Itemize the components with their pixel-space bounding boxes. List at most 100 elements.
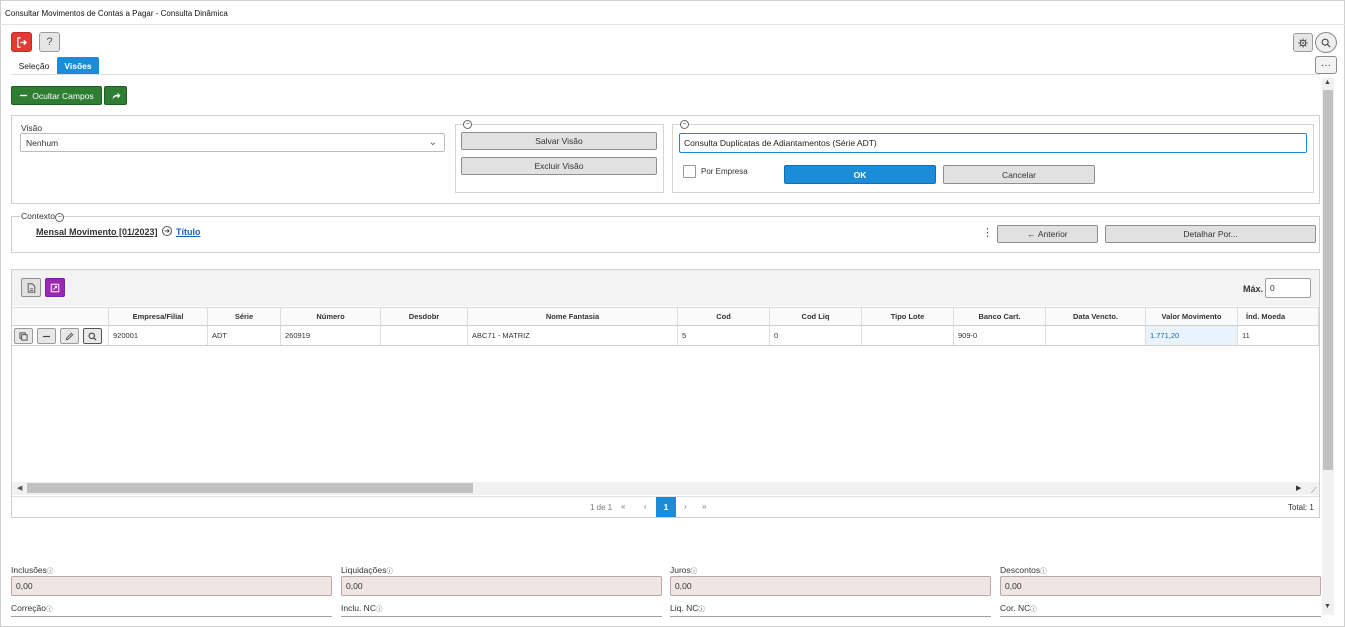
grid-header[interactable]: Banco Cart. [954,307,1046,326]
grid-total: Total: 1 [1288,503,1314,512]
global-search-button[interactable] [1315,32,1337,53]
detail-by-button[interactable]: Detalhar Por... [1105,225,1316,243]
ok-button[interactable]: OK [784,165,936,184]
grid-header[interactable]: Número [281,307,381,326]
grid-cell[interactable]: ADT [208,326,281,346]
grid-header[interactable]: Valor Movimento [1146,307,1238,326]
current-page-button[interactable]: 1 [656,497,676,517]
total-correcao: Correçãoⓘ [11,603,52,613]
info-icon[interactable]: ⓘ [1040,568,1047,575]
total-cor-nc: Cor. NCⓘ [1000,603,1037,613]
total-inclu-nc: Inclu. NCⓘ [341,603,382,613]
max-label: Máx. [1243,284,1264,294]
grid-toolbar [12,270,1319,306]
grid-cell[interactable] [862,326,954,346]
grid-cell[interactable]: 5 [678,326,770,346]
vertical-scroll-thumb[interactable] [1323,90,1333,470]
save-view-button[interactable]: Salvar Visão [461,132,657,150]
info-icon[interactable]: ⓘ [46,606,53,613]
hide-fields-button[interactable]: Ocultar Campos [11,86,102,105]
prev-page-icon[interactable]: ‹ [644,502,647,511]
info-icon[interactable]: ⓘ [698,606,705,613]
minus-icon [42,335,51,337]
settings-button[interactable] [1293,33,1313,52]
tab-visoes[interactable]: Visões [57,57,99,74]
visao-select-value: Nenhum [26,137,59,148]
grid-cell-selected[interactable]: 1.771,20 [1146,326,1238,346]
minus-icon [20,94,28,97]
previous-button[interactable]: ← Anterior [997,225,1098,243]
edit-row-button[interactable] [60,328,79,344]
context-breadcrumb-link[interactable]: Título [176,227,201,237]
tab-selecao[interactable]: Seleção [14,57,54,74]
collapse-icon[interactable]: − [55,213,64,222]
horizontal-scroll-thumb[interactable] [27,483,473,493]
export-button[interactable] [21,278,41,297]
grid-cell[interactable]: 0 [770,326,862,346]
remove-row-button[interactable] [37,328,56,344]
document-icon [27,282,35,293]
view-name-input[interactable]: Consulta Duplicatas de Adiantamentos (Sé… [679,133,1307,153]
grid-header[interactable]: Cod Liq [770,307,862,326]
grid-header[interactable]: Cod [678,307,770,326]
total-liq-nc-field [670,616,991,617]
copy-row-button[interactable] [14,328,33,344]
delete-view-button[interactable]: Excluir Visão [461,157,657,175]
view-row-button[interactable] [83,328,102,344]
grid-cell[interactable] [1046,326,1146,346]
grid-header[interactable]: Nome Fantasia [468,307,678,326]
max-input[interactable]: 0 [1265,278,1311,298]
collapse-icon[interactable]: − [463,120,472,129]
help-button[interactable]: ? [39,32,60,52]
grid-header[interactable]: Tipo Lote [862,307,954,326]
grid-header[interactable]: Data Vencto. [1046,307,1146,326]
per-company-label: Por Empresa [701,167,748,176]
collapse-icon[interactable]: − [680,120,689,129]
grid-cell[interactable]: ABC71 - MATRIZ [468,326,678,346]
more-options-button[interactable]: ··· [1315,56,1337,74]
next-page-icon[interactable]: › [684,502,687,511]
info-icon[interactable]: ⓘ [386,568,393,575]
scroll-right-icon[interactable]: ▶ [1296,484,1301,492]
grid-header-actions [12,307,109,326]
total-label: Cor. NC [1000,603,1031,613]
info-icon[interactable]: ⓘ [691,568,698,575]
grid-header[interactable]: Série [208,307,281,326]
last-page-icon[interactable]: » [702,502,706,511]
scroll-up-icon[interactable]: ▲ [1324,79,1331,86]
visao-select[interactable]: Nenhum ⌄ [20,133,445,152]
exit-button[interactable] [11,32,32,52]
expand-icon [50,283,60,292]
scroll-down-icon[interactable]: ▼ [1324,603,1331,610]
grid-cell[interactable] [381,326,468,346]
grid-cell[interactable]: 909-0 [954,326,1046,346]
grid-header[interactable]: Desdobr [381,307,468,326]
scroll-left-icon[interactable]: ◀ [17,484,22,492]
grid-cell[interactable]: 11 [1238,326,1319,346]
resize-handle-icon[interactable]: ⟋ [1311,486,1317,496]
grid-cell[interactable]: 260919 [281,326,381,346]
info-icon[interactable]: ⓘ [47,568,54,575]
info-icon[interactable]: ⓘ [1030,606,1037,613]
context-breadcrumb-main[interactable]: Mensal Movimento [01/2023] [36,227,158,237]
expand-button[interactable] [45,278,65,297]
total-correcao-field [11,616,332,617]
title-divider [0,24,1345,25]
pencil-icon [65,332,74,340]
per-company-checkbox[interactable] [683,165,696,178]
kebab-menu-icon[interactable]: ⋮ [982,226,993,239]
grid-header[interactable]: Empresa/Filial [109,307,208,326]
arrow-left-icon: ← [1027,229,1036,239]
gear-icon [1298,37,1308,48]
window-title: Consultar Movimentos de Contas a Pagar -… [5,9,228,18]
chevron-down-icon: ⌄ [428,137,437,148]
info-icon[interactable]: ⓘ [376,606,383,613]
cancel-button[interactable]: Cancelar [943,165,1095,184]
total-label: Liq. NC [670,603,699,613]
share-button[interactable] [104,86,127,105]
context-label: Contexto [20,211,57,221]
grid-header[interactable]: Índ. Moeda [1238,307,1319,326]
search-icon [1321,38,1331,48]
first-page-icon[interactable]: « [621,502,625,511]
grid-cell[interactable]: 920001 [109,326,208,346]
